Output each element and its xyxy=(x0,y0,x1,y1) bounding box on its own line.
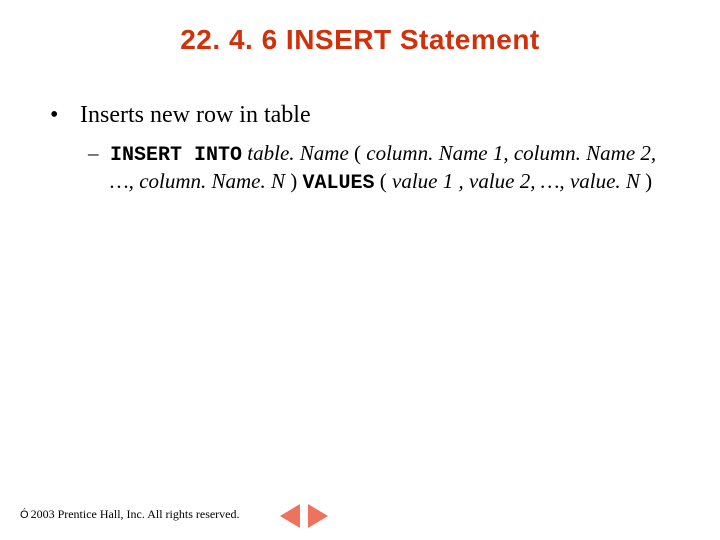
sep-1: , xyxy=(503,141,514,165)
bullet-dash: – xyxy=(88,140,110,166)
column-n: column. Name. N xyxy=(139,169,285,193)
copyright-text: 2003 Prentice Hall, Inc. All rights rese… xyxy=(31,507,240,522)
column-1: column. Name 1 xyxy=(366,141,503,165)
close-paren-1: ) xyxy=(285,169,303,193)
bullet-dot: • xyxy=(50,100,80,130)
open-paren-1: ( xyxy=(349,141,367,165)
value-2: value 2 xyxy=(469,169,530,193)
sep-3: , xyxy=(453,169,469,193)
table-name: table. Name xyxy=(247,141,348,165)
slide: 22. 4. 6 INSERT Statement • Inserts new … xyxy=(0,0,720,540)
slide-title: 22. 4. 6 INSERT Statement xyxy=(0,24,720,56)
syntax-line: INSERT INTO table. Name ( column. Name 1… xyxy=(110,140,680,196)
value-n: value. N xyxy=(570,169,640,193)
value-1: value 1 xyxy=(392,169,453,193)
nav-buttons xyxy=(280,504,328,528)
bullet-level-1: • Inserts new row in table xyxy=(50,100,680,130)
footer: Ó 2003 Prentice Hall, Inc. All rights re… xyxy=(20,507,240,522)
keyword-values: VALUES xyxy=(303,172,375,195)
slide-body: • Inserts new row in table – INSERT INTO… xyxy=(50,100,680,196)
bullet-level-2: – INSERT INTO table. Name ( column. Name… xyxy=(88,140,680,196)
copyright-symbol: Ó xyxy=(20,509,29,521)
sep-4: , …, xyxy=(530,169,570,193)
bullet-text: Inserts new row in table xyxy=(80,100,311,130)
keyword-insert-into: INSERT INTO xyxy=(110,144,242,167)
prev-button[interactable] xyxy=(280,504,300,528)
next-button[interactable] xyxy=(308,504,328,528)
open-paren-2: ( xyxy=(375,169,393,193)
close-paren-2: ) xyxy=(640,169,652,193)
column-2: column. Name 2 xyxy=(514,141,651,165)
